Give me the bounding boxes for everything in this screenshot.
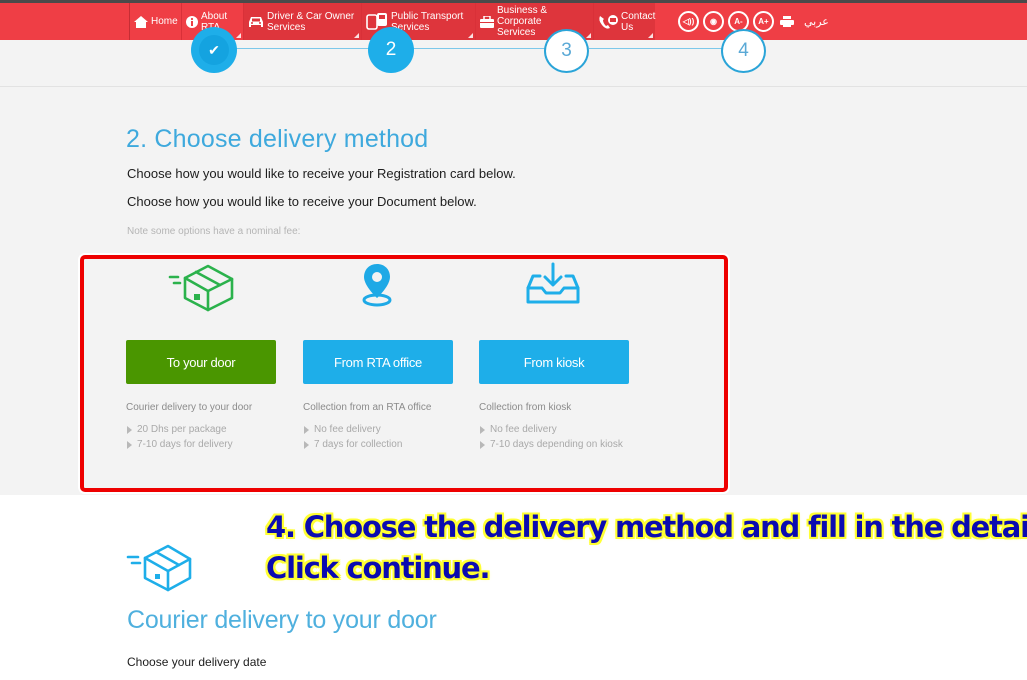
language-switch-arabic[interactable]: عربي: [804, 15, 829, 28]
courier-box-icon: [126, 542, 194, 597]
option-detail: 7-10 days depending on kiosk: [479, 437, 623, 452]
nav-item-driver-car-owner[interactable]: Driver & Car Owner Services: [243, 3, 361, 40]
nav-item-home[interactable]: Home: [129, 3, 181, 40]
step-2-current: 2: [368, 27, 414, 73]
delivery-date-label: Choose your delivery date: [127, 655, 267, 669]
option-detail: 7-10 days for delivery: [126, 437, 233, 452]
speaker-icon[interactable]: ◁)): [678, 11, 699, 32]
dropdown-indicator-icon: [354, 33, 359, 38]
nav-item-contact-us[interactable]: Contact Us: [593, 3, 655, 40]
section-title: 2. Choose delivery method: [126, 125, 429, 153]
option-details: No fee delivery 7 days for collection: [303, 422, 402, 452]
home-icon: [134, 15, 148, 28]
option-detail: 7 days for collection: [303, 437, 402, 452]
briefcase-icon: [480, 15, 494, 28]
option-description: Collection from an RTA office: [303, 402, 432, 413]
stepper-connector: [413, 48, 546, 49]
inbox-download-icon: [526, 262, 580, 312]
nav-label: Contact Us: [621, 11, 655, 33]
from-kiosk-button[interactable]: From kiosk: [479, 340, 629, 384]
fee-note: Note some options have a nominal fee:: [127, 226, 301, 237]
step-number: 2: [385, 39, 397, 60]
nav-label-line2: Services: [267, 21, 306, 33]
option-description: Collection from kiosk: [479, 402, 572, 413]
tutorial-annotation-line2: Click continue.: [266, 551, 490, 585]
option-details: No fee delivery 7-10 days depending on k…: [479, 422, 623, 452]
dropdown-indicator-icon: [586, 33, 591, 38]
to-your-door-button[interactable]: To your door: [126, 340, 276, 384]
car-icon: [248, 16, 264, 28]
dropdown-indicator-icon: [468, 33, 473, 38]
step-number: 4: [738, 40, 749, 61]
stepper-connector: [236, 48, 369, 49]
instruction-registration-card: Choose how you would like to receive you…: [127, 166, 516, 181]
checkmark-icon: ✔: [208, 41, 220, 58]
nav-label: Home: [151, 16, 178, 27]
option-detail: 20 Dhs per package: [126, 422, 233, 437]
phone-icon: [598, 14, 618, 30]
option-details: 20 Dhs per package 7-10 days for deliver…: [126, 422, 233, 452]
option-detail: No fee delivery: [479, 422, 623, 437]
instruction-document: Choose how you would like to receive you…: [127, 194, 477, 209]
nav-label-line1: Contact: [621, 10, 656, 22]
step-number: 3: [561, 40, 572, 61]
dropdown-indicator-icon: [236, 33, 241, 38]
dropdown-indicator-icon: [648, 33, 653, 38]
courier-section-title: Courier delivery to your door: [127, 606, 437, 634]
nav-label-line1: Driver & Car Owner: [267, 10, 355, 22]
font-increase-icon[interactable]: A+: [753, 11, 774, 32]
nav-label-line2: Us: [621, 21, 634, 33]
eye-icon[interactable]: ◉: [703, 11, 724, 32]
nav-label-line1: Business & Corporate: [497, 5, 548, 27]
location-pin-icon: [360, 262, 394, 312]
option-detail: No fee delivery: [303, 422, 402, 437]
step-1-complete: ✔: [191, 27, 237, 73]
nav-label: Driver & Car Owner Services: [267, 11, 354, 33]
option-description: Courier delivery to your door: [126, 402, 253, 413]
from-rta-office-button[interactable]: From RTA office: [303, 340, 453, 384]
step-3: 3: [544, 29, 589, 73]
delivery-box-icon: [168, 262, 236, 312]
nav-label-line1: Public Transport: [391, 10, 464, 22]
nav-label-line2: Services: [497, 27, 536, 38]
printer-icon[interactable]: [778, 11, 796, 32]
tutorial-annotation-line1: 4. Choose the delivery method and fill i…: [266, 510, 1027, 544]
stepper-connector: [589, 48, 722, 49]
step-4: 4: [721, 29, 766, 73]
info-icon: [186, 15, 198, 28]
main-navbar: Home About RTA Driver & Car OwnerService…: [0, 3, 1027, 40]
